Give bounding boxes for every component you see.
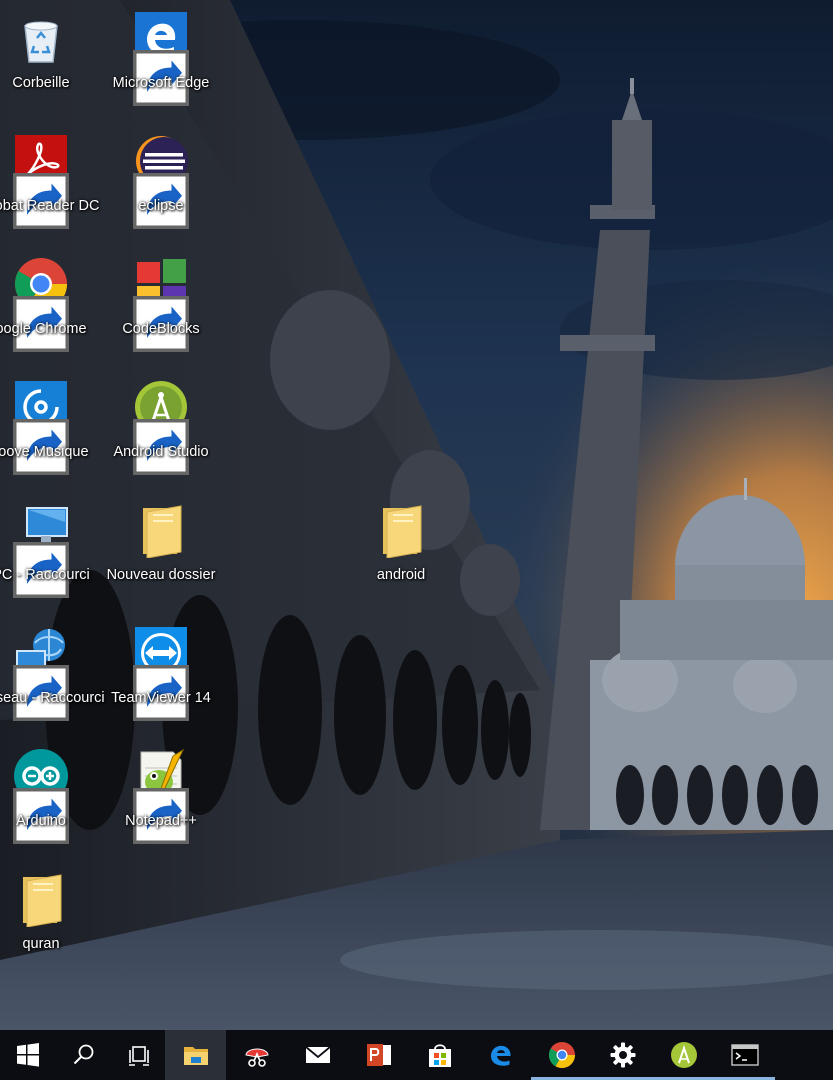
shortcut-arrow-icon — [133, 665, 189, 721]
desktop-icon-label: PC - Raccourci — [0, 567, 90, 583]
taskbar — [0, 1030, 833, 1080]
notepad-plus-plus-icon — [133, 748, 189, 844]
desktop-icon-label: quran — [22, 936, 60, 952]
desktop-icon-arduino[interactable]: Arduino — [0, 740, 96, 860]
shortcut-arrow-icon — [133, 419, 189, 475]
snipping-tool-icon — [243, 1041, 271, 1069]
desktop-icon-folder[interactable]: android — [346, 494, 456, 614]
chrome-icon — [548, 1041, 576, 1069]
task-view-icon — [126, 1041, 154, 1069]
taskbar-mail-button[interactable] — [287, 1030, 348, 1080]
network-icon — [13, 625, 69, 721]
shortcut-arrow-icon — [13, 788, 69, 844]
acrobat-reader-icon — [13, 133, 69, 229]
taskbar-command-prompt-button[interactable] — [714, 1030, 775, 1080]
android-studio-icon — [670, 1041, 698, 1069]
arduino-icon — [13, 748, 69, 844]
desktop-icon-label: Notepad++ — [125, 813, 197, 829]
folder-icon — [13, 871, 69, 927]
desktop-icon-groove-music[interactable]: roove Musique — [0, 371, 96, 491]
taskbar-task-view-button[interactable] — [112, 1030, 168, 1080]
shortcut-arrow-icon — [133, 173, 189, 229]
desktop-icon-label: oogle Chrome — [0, 321, 87, 337]
chrome-icon — [13, 256, 69, 352]
taskbar-edge-button[interactable] — [470, 1030, 531, 1080]
edge-icon — [133, 10, 189, 106]
search-icon — [70, 1041, 98, 1069]
desktop-icon-label: roove Musique — [0, 444, 89, 460]
shortcut-arrow-icon — [13, 296, 69, 352]
shortcut-arrow-icon — [133, 296, 189, 352]
store-icon — [426, 1041, 454, 1069]
desktop-icon-label: Microsoft Edge — [112, 75, 210, 91]
shortcut-arrow-icon — [13, 173, 69, 229]
command-prompt-icon — [730, 1041, 759, 1069]
desktop-icon-label: Android Studio — [113, 444, 209, 460]
desktop-icon-label: crobat Reader DC — [0, 198, 100, 214]
taskbar-powerpoint-button[interactable] — [348, 1030, 409, 1080]
desktop-icon-notepad-plus-plus[interactable]: Notepad++ — [106, 740, 216, 860]
shortcut-arrow-icon — [133, 788, 189, 844]
groove-music-icon — [13, 379, 69, 475]
shortcut-arrow-icon — [13, 542, 69, 598]
desktop-icon-codeblocks[interactable]: CodeBlocks — [106, 248, 216, 368]
desktop-icon-folder[interactable]: quran — [0, 863, 96, 983]
desktop-icon-label: TeamViewer 14 — [111, 690, 211, 706]
codeblocks-icon — [133, 256, 189, 352]
desktop-icon-label: android — [376, 567, 426, 583]
file-explorer-icon — [182, 1041, 210, 1069]
shortcut-arrow-icon — [13, 665, 69, 721]
taskbar-store-button[interactable] — [409, 1030, 470, 1080]
desktop-icon-edge[interactable]: Microsoft Edge — [106, 2, 216, 122]
desktop-icon-chrome[interactable]: oogle Chrome — [0, 248, 96, 368]
desktop-icon-folder[interactable]: Nouveau dossier — [106, 494, 216, 614]
start-windows-icon — [14, 1041, 42, 1069]
desktop-icon-acrobat-reader[interactable]: crobat Reader DC — [0, 125, 99, 245]
recycle-bin-icon — [13, 10, 69, 66]
powerpoint-icon — [365, 1041, 393, 1069]
taskbar-file-explorer-button[interactable] — [165, 1030, 226, 1080]
eclipse-icon — [133, 133, 189, 229]
desktop-icon-label: Réseau - Raccourci — [0, 690, 105, 706]
teamviewer-icon — [133, 625, 189, 721]
desktop-icon-label: eclipse — [138, 198, 184, 214]
edge-icon — [487, 1041, 515, 1069]
folder-icon — [373, 502, 429, 558]
taskbar-search-button[interactable] — [56, 1030, 112, 1080]
desktop-icon-recycle-bin[interactable]: Corbeille — [0, 2, 96, 122]
desktop-icon-this-pc[interactable]: PC - Raccourci — [0, 494, 96, 614]
desktop-icon-android-studio[interactable]: Android Studio — [106, 371, 216, 491]
settings-gear-icon — [609, 1041, 637, 1069]
taskbar-start-windows-button[interactable] — [0, 1030, 56, 1080]
this-pc-icon — [13, 502, 69, 598]
taskbar-chrome-button[interactable] — [531, 1030, 592, 1080]
taskbar-snipping-tool-button[interactable] — [226, 1030, 287, 1080]
android-studio-icon — [133, 379, 189, 475]
desktop-icon-eclipse[interactable]: eclipse — [106, 125, 216, 245]
mail-icon — [304, 1041, 332, 1069]
taskbar-android-studio-button[interactable] — [653, 1030, 714, 1080]
taskbar-settings-gear-button[interactable] — [592, 1030, 653, 1080]
desktop-icon-teamviewer[interactable]: TeamViewer 14 — [106, 617, 216, 737]
desktop-icon-network[interactable]: Réseau - Raccourci — [0, 617, 105, 737]
shortcut-arrow-icon — [133, 50, 189, 106]
desktop-icon-label: Corbeille — [12, 75, 70, 91]
desktop-icon-label: Nouveau dossier — [106, 567, 216, 583]
shortcut-arrow-icon — [13, 419, 69, 475]
folder-icon — [133, 502, 189, 558]
desktop-icon-label: CodeBlocks — [122, 321, 200, 337]
desktop-icon-label: Arduino — [16, 813, 66, 829]
